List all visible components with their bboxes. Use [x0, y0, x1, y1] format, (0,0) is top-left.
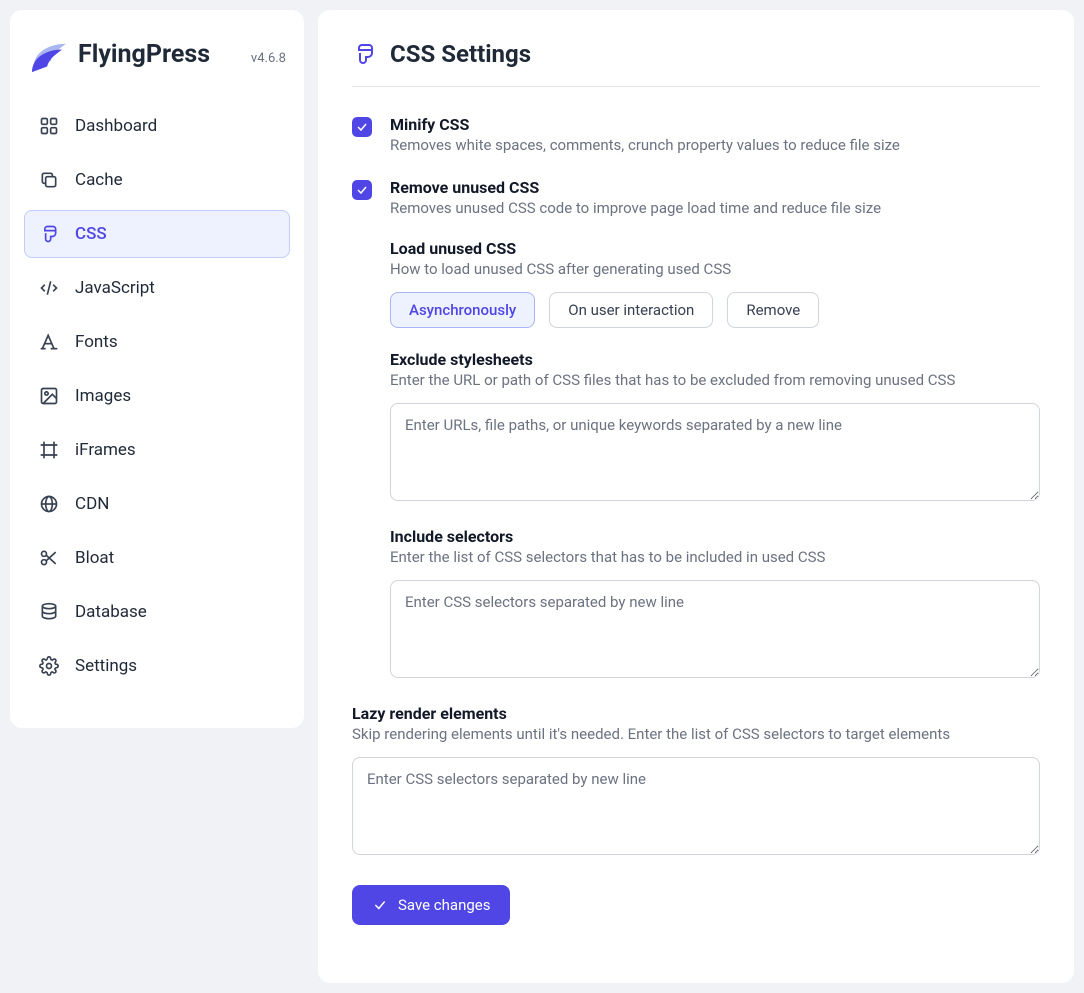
setting-remove-unused: Remove unused CSS Removes unused CSS cod…: [352, 178, 1040, 925]
font-icon: [39, 332, 59, 352]
page-header: CSS Settings: [352, 40, 1040, 87]
save-button[interactable]: Save changes: [352, 885, 510, 925]
include-desc: Enter the list of CSS selectors that has…: [390, 548, 1040, 566]
sidebar-item-fonts[interactable]: Fonts: [24, 318, 290, 366]
brush-icon: [352, 42, 376, 66]
sidebar-item-label: Images: [75, 386, 131, 406]
sidebar-item-label: CSS: [75, 224, 107, 244]
include-textarea[interactable]: [390, 580, 1040, 678]
sidebar-item-label: Settings: [75, 656, 137, 676]
dashboard-icon: [39, 116, 59, 136]
sidebar-item-iframes[interactable]: iFrames: [24, 426, 290, 474]
brand-title: FlyingPress: [78, 40, 210, 69]
main-panel: CSS Settings Minify CSS Removes white sp…: [318, 10, 1074, 983]
brand-logo: [30, 40, 68, 74]
gear-icon: [39, 656, 59, 676]
sidebar-item-images[interactable]: Images: [24, 372, 290, 420]
sidebar-item-cache[interactable]: Cache: [24, 156, 290, 204]
load-unused-desc: How to load unused CSS after generating …: [390, 260, 1040, 278]
sidebar-item-label: CDN: [75, 494, 109, 514]
load-unused-options: Asynchronously On user interaction Remov…: [390, 292, 1040, 328]
brush-icon: [39, 224, 59, 244]
remove-unused-title: Remove unused CSS: [390, 178, 1040, 197]
sidebar-item-cdn[interactable]: CDN: [24, 480, 290, 528]
sidebar-item-label: Fonts: [75, 332, 118, 352]
include-title: Include selectors: [390, 527, 1040, 546]
save-label: Save changes: [398, 896, 490, 914]
globe-icon: [39, 494, 59, 514]
sidebar-item-label: Bloat: [75, 548, 114, 568]
exclude-textarea[interactable]: [390, 403, 1040, 501]
setting-exclude-stylesheets: Exclude stylesheets Enter the URL or pat…: [390, 350, 1040, 505]
setting-include-selectors: Include selectors Enter the list of CSS …: [390, 527, 1040, 682]
check-icon: [372, 898, 388, 912]
option-asynchronously[interactable]: Asynchronously: [390, 292, 535, 328]
option-remove[interactable]: Remove: [727, 292, 819, 328]
setting-load-unused: Load unused CSS How to load unused CSS a…: [390, 239, 1040, 328]
sidebar-item-label: Database: [75, 602, 147, 622]
load-unused-title: Load unused CSS: [390, 239, 1040, 258]
image-icon: [39, 386, 59, 406]
lazy-desc: Skip rendering elements until it's neede…: [352, 725, 1040, 743]
remove-unused-desc: Removes unused CSS code to improve page …: [390, 199, 1040, 217]
sidebar-item-label: JavaScript: [75, 278, 155, 298]
sidebar-nav: Dashboard Cache CSS JavaScript Fonts Ima…: [24, 102, 290, 694]
exclude-title: Exclude stylesheets: [390, 350, 1040, 369]
sidebar-item-bloat[interactable]: Bloat: [24, 534, 290, 582]
exclude-desc: Enter the URL or path of CSS files that …: [390, 371, 1040, 389]
lazy-textarea[interactable]: [352, 757, 1040, 855]
minify-desc: Removes white spaces, comments, crunch p…: [390, 136, 1040, 154]
database-icon: [39, 602, 59, 622]
check-icon: [356, 121, 368, 133]
setting-minify: Minify CSS Removes white spaces, comment…: [352, 115, 1040, 154]
lazy-title: Lazy render elements: [352, 704, 1040, 723]
sidebar-item-database[interactable]: Database: [24, 588, 290, 636]
brand-version: v4.6.8: [251, 51, 286, 66]
sidebar-item-css[interactable]: CSS: [24, 210, 290, 258]
sidebar-item-label: Dashboard: [75, 116, 157, 136]
frame-icon: [39, 440, 59, 460]
save-row: Save changes: [352, 885, 1040, 925]
sidebar-item-label: iFrames: [75, 440, 136, 460]
sidebar: FlyingPress v4.6.8 Dashboard Cache CSS J…: [10, 10, 304, 728]
brand: FlyingPress v4.6.8: [24, 28, 290, 102]
page-title: CSS Settings: [390, 40, 531, 68]
setting-lazy-render: Lazy render elements Skip rendering elem…: [352, 704, 1040, 859]
sidebar-item-settings[interactable]: Settings: [24, 642, 290, 690]
minify-title: Minify CSS: [390, 115, 1040, 134]
sidebar-item-dashboard[interactable]: Dashboard: [24, 102, 290, 150]
option-on-user-interaction[interactable]: On user interaction: [549, 292, 713, 328]
code-icon: [39, 278, 59, 298]
minify-checkbox[interactable]: [352, 117, 372, 137]
sidebar-item-javascript[interactable]: JavaScript: [24, 264, 290, 312]
sidebar-item-label: Cache: [75, 170, 123, 190]
scissors-icon: [39, 548, 59, 568]
remove-unused-checkbox[interactable]: [352, 180, 372, 200]
check-icon: [356, 184, 368, 196]
copy-icon: [39, 170, 59, 190]
